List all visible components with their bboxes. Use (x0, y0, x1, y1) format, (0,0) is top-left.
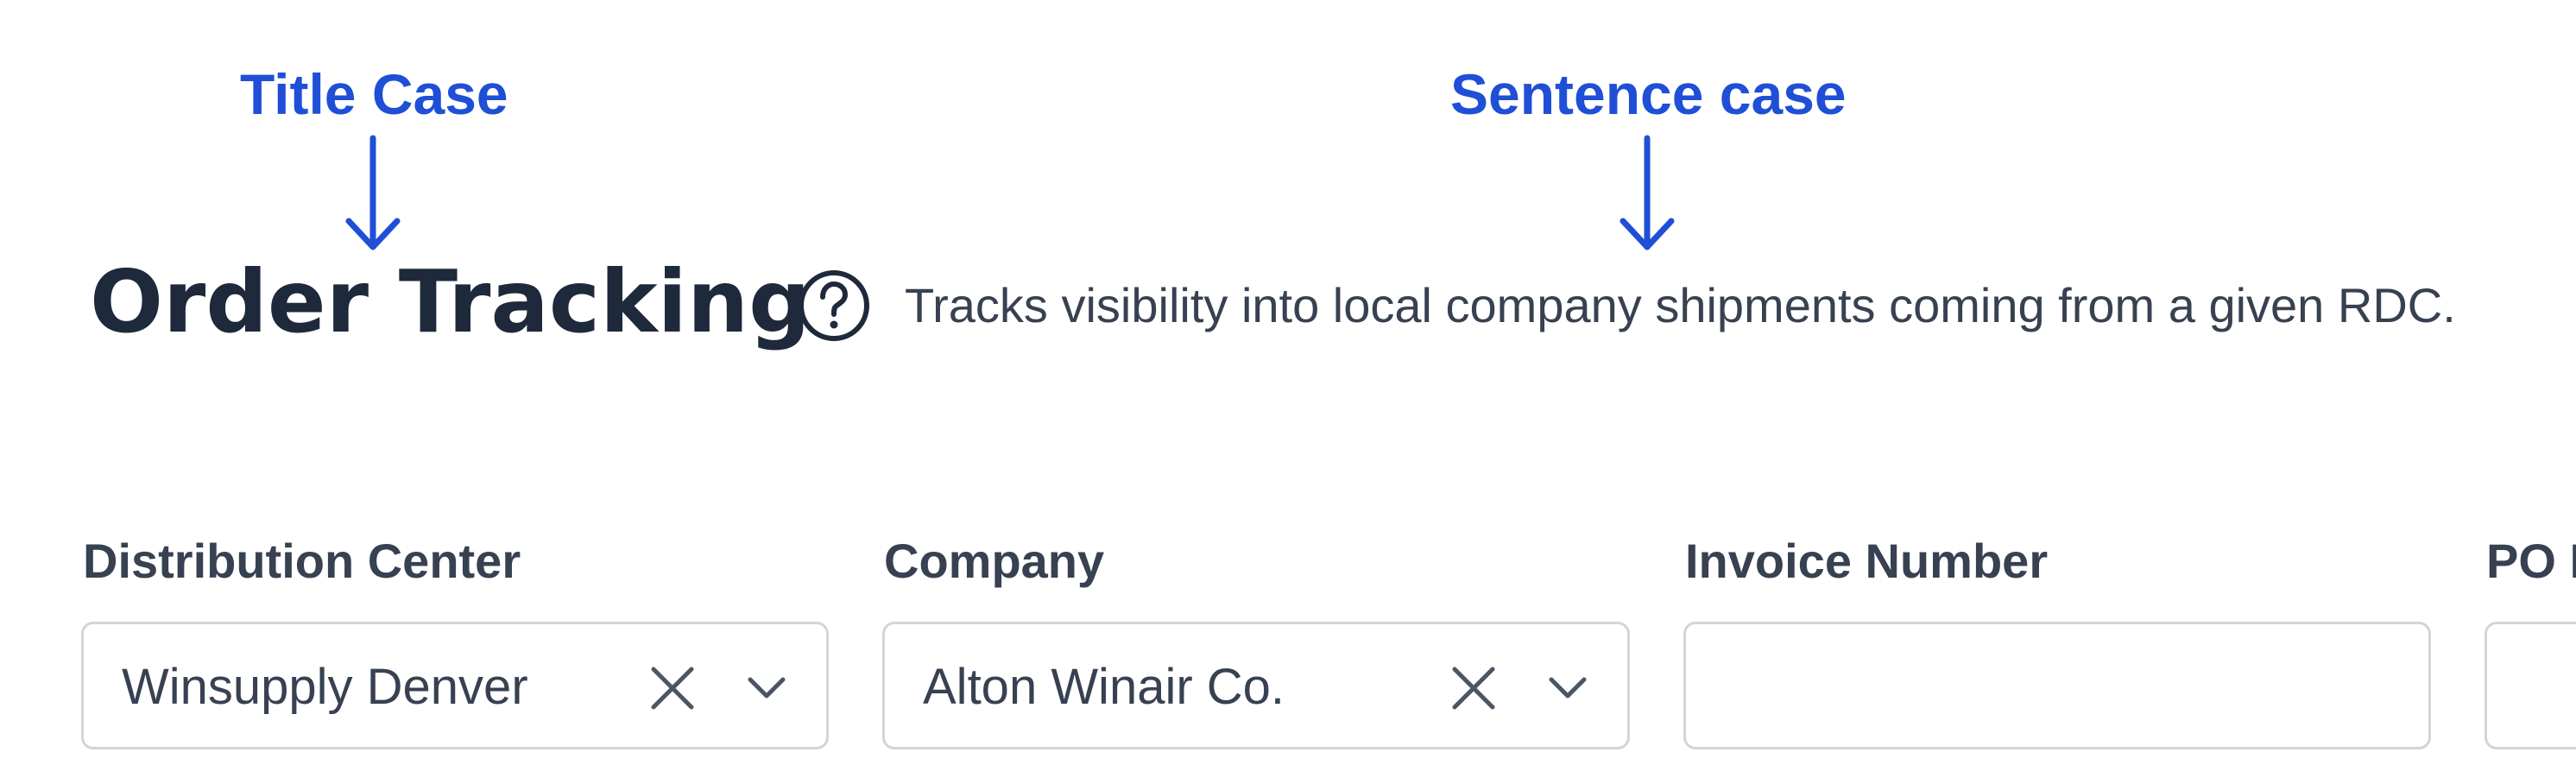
sentence-case-arrow-icon (1619, 135, 1675, 250)
distribution-center-select[interactable]: Winsupply Denver (81, 622, 829, 749)
chevron-down-icon[interactable] (745, 671, 788, 705)
page-description: Tracks visibility into local company shi… (905, 278, 2456, 332)
distribution-center-label: Distribution Center (83, 534, 521, 588)
question-circle-icon[interactable] (796, 268, 872, 344)
invoice-number-input[interactable] (1683, 622, 2431, 749)
company-value: Alton Winair Co. (923, 659, 1285, 715)
chevron-down-icon[interactable] (1546, 671, 1589, 705)
title-case-annotation: Title Case (240, 62, 508, 126)
screenshot-canvas: Title Case Sentence case Order Tracking … (0, 0, 2576, 784)
company-select[interactable]: Alton Winair Co. (882, 622, 1630, 749)
clear-icon[interactable] (648, 664, 697, 712)
po-number-label: PO Number (2486, 534, 2576, 588)
po-number-input[interactable] (2484, 622, 2576, 749)
clear-icon[interactable] (1449, 664, 1498, 712)
page-title: Order Tracking (90, 251, 811, 352)
company-label: Company (884, 534, 1105, 588)
sentence-case-annotation: Sentence case (1450, 62, 1847, 126)
invoice-number-label: Invoice Number (1685, 534, 2049, 588)
title-case-arrow-icon (345, 135, 401, 250)
distribution-center-value: Winsupply Denver (122, 659, 528, 715)
